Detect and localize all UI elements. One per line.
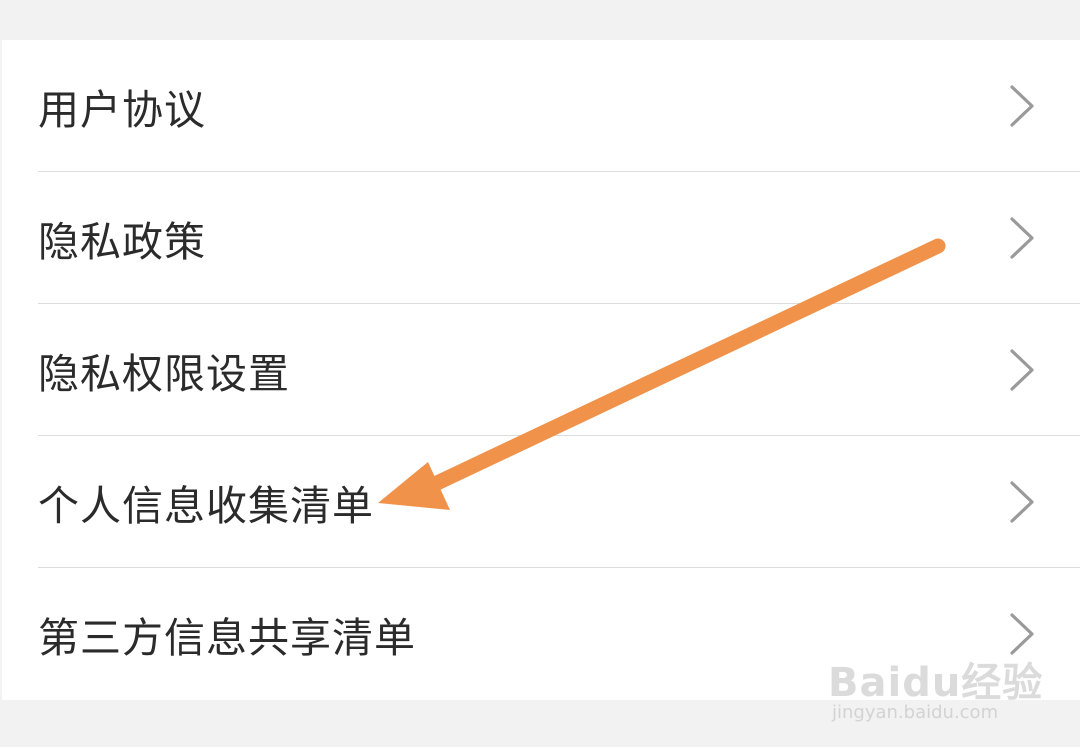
watermark-url: jingyan.baidu.com	[832, 702, 999, 723]
list-item-personal-info-collection[interactable]: 个人信息收集清单	[2, 436, 1080, 568]
list-item-third-party-sharing[interactable]: 第三方信息共享清单	[2, 568, 1080, 700]
list-item-privacy-permissions[interactable]: 隐私权限设置	[2, 304, 1080, 436]
settings-screen: 用户协议 隐私政策 隐私权限设置 个人信息收集清单 第三方信息共享清单 Baid…	[0, 0, 1080, 747]
list-item-label: 用户协议	[38, 86, 206, 134]
settings-list: 用户协议 隐私政策 隐私权限设置 个人信息收集清单 第三方信息共享清单	[2, 40, 1080, 700]
list-item-label: 个人信息收集清单	[38, 482, 374, 530]
chevron-right-icon	[1010, 85, 1034, 127]
list-item-user-agreement[interactable]: 用户协议	[2, 40, 1080, 172]
list-item-label: 隐私政策	[38, 218, 206, 266]
list-item-label: 第三方信息共享清单	[38, 614, 416, 662]
list-item-privacy-policy[interactable]: 隐私政策	[2, 172, 1080, 304]
chevron-right-icon	[1010, 481, 1034, 523]
chevron-right-icon	[1010, 613, 1034, 655]
chevron-right-icon	[1010, 217, 1034, 259]
chevron-right-icon	[1010, 349, 1034, 391]
list-item-label: 隐私权限设置	[38, 350, 290, 398]
